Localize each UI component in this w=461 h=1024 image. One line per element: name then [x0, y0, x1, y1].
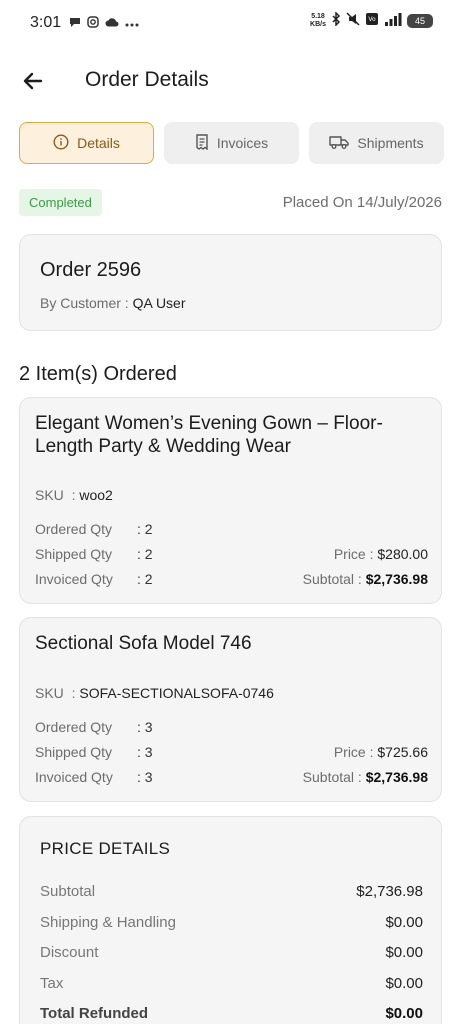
- tab-shipments[interactable]: Shipments: [309, 122, 444, 164]
- network-speed: 5.18 KB/s: [310, 13, 326, 29]
- sku-label: SKU: [35, 487, 64, 503]
- sku-value: woo2: [79, 487, 113, 503]
- shipped-qty-row: Shipped Qty : 3 Price : $725.66: [35, 744, 428, 764]
- price-row-total-refunded: Total Refunded $0.00: [40, 1005, 423, 1022]
- price-label: Price :: [333, 546, 374, 562]
- invoiced-qty-value: : 2: [137, 571, 153, 587]
- item-name: Sectional Sofa Model 746: [35, 633, 252, 654]
- price-row-label: Shipping & Handling: [40, 914, 176, 931]
- shipped-qty-row: Shipped Qty : 2 Price : $280.00: [35, 546, 428, 566]
- price-row-value: $0.00: [385, 944, 423, 961]
- invoiced-qty-value: : 3: [137, 769, 153, 785]
- subtotal-value: $2,736.98: [365, 769, 428, 785]
- instagram-icon: [87, 15, 99, 31]
- order-item-card: Elegant Women’s Evening Gown – Floor-Len…: [19, 397, 442, 604]
- svg-text:Vo: Vo: [368, 16, 376, 23]
- invoiced-qty-label: Invoiced Qty: [35, 769, 113, 785]
- price-row-value: $2,736.98: [356, 883, 423, 900]
- notification-icons: [69, 15, 139, 31]
- receipt-icon: [195, 133, 209, 153]
- back-button[interactable]: [20, 68, 46, 94]
- shipped-qty-label: Shipped Qty: [35, 546, 113, 562]
- price-row-label: Total Refunded: [40, 1005, 149, 1022]
- price-row-value: $0.00: [385, 1005, 423, 1022]
- app-bar: Order Details: [0, 58, 461, 104]
- system-status: 5.18 KB/s Vo 45: [310, 11, 433, 29]
- status-bar: 3:01 5.18 KB/s Vo 45: [0, 0, 461, 46]
- signal-icon: [384, 12, 402, 29]
- order-status-row: Completed Placed On 14/July/2026: [19, 188, 442, 216]
- sku-label: SKU: [35, 685, 64, 701]
- bluetooth-icon: [331, 11, 341, 29]
- price-label: Price :: [333, 744, 374, 760]
- customer-name: QA User: [132, 295, 186, 311]
- price-row-value: $0.00: [385, 975, 423, 992]
- tab-invoices[interactable]: Invoices: [164, 122, 299, 164]
- volte-icon: Vo: [365, 12, 379, 29]
- price-value: $725.66: [377, 744, 428, 760]
- customer-label: By Customer :: [40, 295, 129, 311]
- item-sku: SKU : SOFA-SECTIONALSOFA-0746: [35, 685, 274, 701]
- item-name: Elegant Women’s Evening Gown – Floor-Len…: [35, 413, 383, 457]
- subtotal-value: $2,736.98: [365, 571, 428, 587]
- order-summary-card: Order 2596 By Customer : QA User: [19, 234, 442, 331]
- tab-invoices-label: Invoices: [216, 135, 269, 151]
- shipped-qty-label: Shipped Qty: [35, 744, 113, 760]
- ordered-qty-value: : 2: [137, 521, 153, 537]
- order-item-card: Sectional Sofa Model 746 SKU : SOFA-SECT…: [19, 617, 442, 802]
- page-title: Order Details: [85, 68, 209, 91]
- invoiced-qty-label: Invoiced Qty: [35, 571, 113, 587]
- chat-icon: [69, 16, 81, 31]
- shipped-qty-value: : 2: [137, 546, 153, 562]
- price-row-value: $0.00: [385, 914, 423, 931]
- ordered-qty-value: : 3: [137, 719, 153, 735]
- network-speed-unit: KB/s: [310, 20, 326, 28]
- status-badge: Completed: [19, 188, 102, 216]
- price-value: $280.00: [377, 546, 428, 562]
- tab-details-label: Details: [77, 135, 120, 151]
- item-sku: SKU : woo2: [35, 487, 113, 503]
- price-details-title: PRICE DETAILS: [40, 839, 171, 858]
- subtotal-label: Subtotal :: [302, 769, 362, 785]
- ordered-qty-row: Ordered Qty : 3: [35, 719, 428, 739]
- price-row-shipping: Shipping & Handling $0.00: [40, 914, 423, 931]
- order-number: Order 2596: [40, 259, 142, 281]
- shipped-qty-value: : 3: [137, 744, 153, 760]
- price-row-label: Discount: [40, 944, 99, 961]
- info-icon: [53, 133, 69, 153]
- tab-bar: Details Invoices Shipments: [19, 122, 444, 164]
- cloud-icon: [105, 16, 119, 30]
- item-price: Price : $725.66: [334, 744, 428, 760]
- ordered-qty-row: Ordered Qty : 2: [35, 521, 428, 541]
- invoiced-qty-row: Invoiced Qty : 3 Subtotal : $2,736.98: [35, 769, 428, 789]
- invoiced-qty-row: Invoiced Qty : 2 Subtotal : $2,736.98: [35, 571, 428, 591]
- tab-shipments-label: Shipments: [357, 135, 424, 151]
- ordered-qty-label: Ordered Qty: [35, 521, 113, 537]
- sku-value: SOFA-SECTIONALSOFA-0746: [79, 685, 274, 701]
- price-row-subtotal: Subtotal $2,736.98: [40, 883, 423, 900]
- price-row-discount: Discount $0.00: [40, 944, 423, 961]
- price-row-tax: Tax $0.00: [40, 975, 423, 992]
- network-speed-value: 5.18: [311, 12, 325, 20]
- status-time: 3:01: [30, 14, 62, 31]
- price-details-card: PRICE DETAILS Subtotal $2,736.98 Shippin…: [19, 816, 442, 1024]
- more-notifications-icon: [125, 16, 139, 30]
- items-heading: 2 Item(s) Ordered: [19, 363, 177, 385]
- item-subtotal: Subtotal : $2,736.98: [303, 571, 428, 587]
- item-subtotal: Subtotal : $2,736.98: [303, 769, 428, 785]
- battery-icon: 45: [407, 13, 433, 28]
- arrow-left-icon: [23, 72, 43, 90]
- tab-details[interactable]: Details: [19, 122, 154, 164]
- placed-on-date: Placed On 14/July/2026: [282, 193, 442, 211]
- mute-icon: [346, 12, 360, 29]
- item-price: Price : $280.00: [334, 546, 428, 562]
- truck-icon: [329, 134, 350, 153]
- price-row-label: Subtotal: [40, 883, 96, 900]
- price-row-label: Tax: [40, 975, 64, 992]
- subtotal-label: Subtotal :: [302, 571, 362, 587]
- order-customer: By Customer : QA User: [40, 295, 186, 311]
- ordered-qty-label: Ordered Qty: [35, 719, 113, 735]
